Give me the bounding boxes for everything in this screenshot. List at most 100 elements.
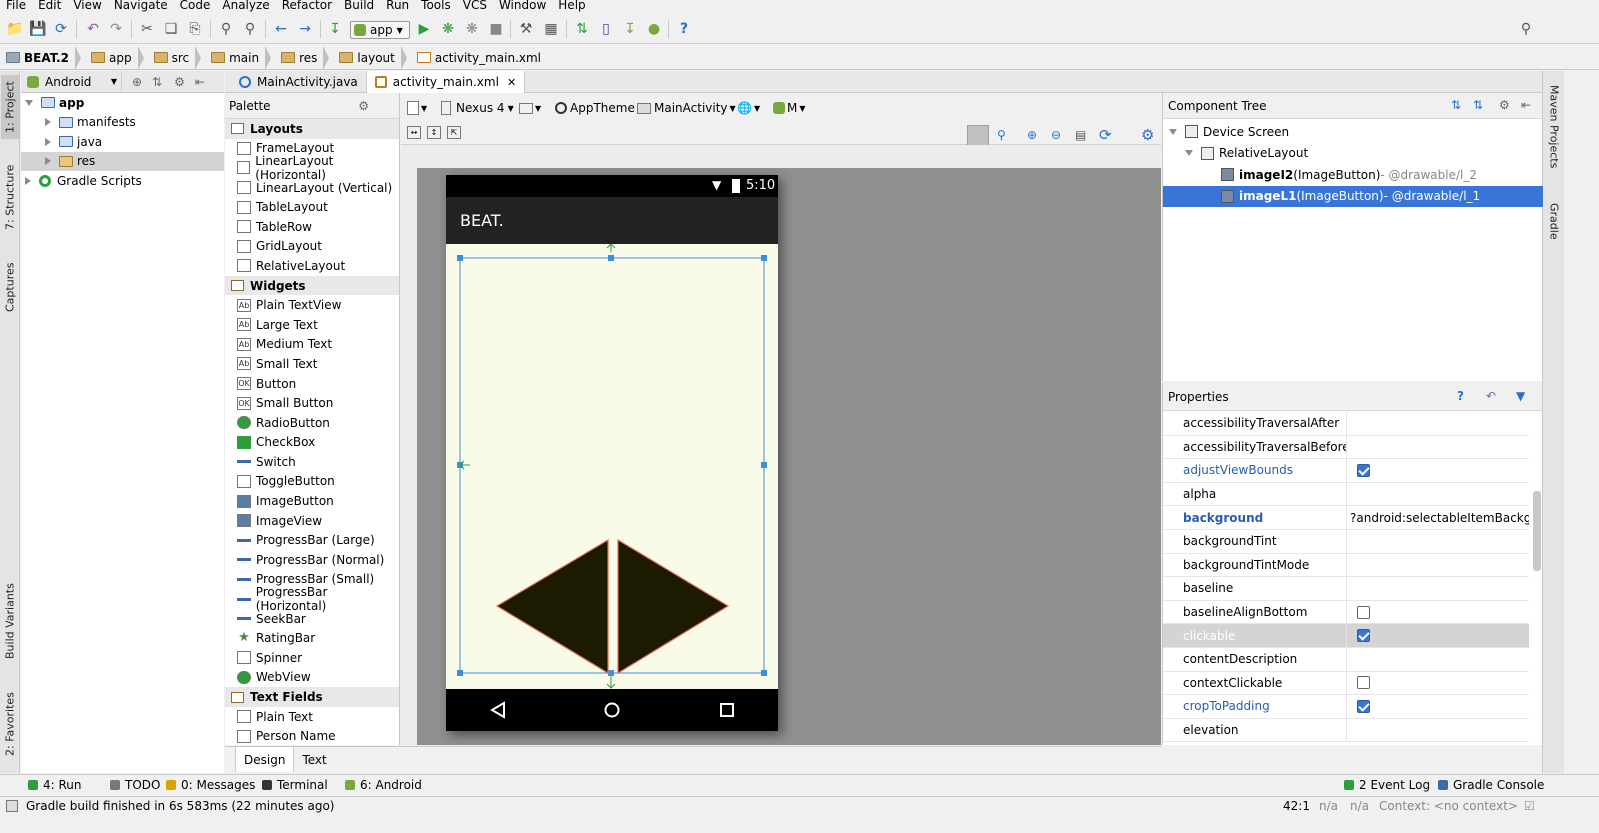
property-row[interactable]: baselineAlignBottom (1163, 600, 1529, 625)
palette-item[interactable]: LinearLayout (Horizontal) (225, 154, 399, 182)
collapse-all-icon[interactable]: ⇅ (1473, 98, 1483, 112)
zoom-in-icon[interactable]: ⊕ (1027, 128, 1037, 142)
palette-item[interactable]: RelativeLayout (225, 256, 399, 276)
property-row[interactable]: alpha (1163, 482, 1529, 507)
property-row[interactable]: accessibilityTraversalBefore (1163, 435, 1529, 460)
sdk-manager-icon[interactable]: ↧ (622, 21, 638, 37)
help-icon[interactable]: ? (676, 21, 692, 37)
menu-view[interactable]: View (67, 0, 107, 12)
menu-file[interactable]: File (0, 0, 32, 12)
tool-tab-structure[interactable]: 7: Structure (1, 157, 19, 237)
redo-icon[interactable]: ↷ (108, 21, 124, 37)
property-row[interactable]: backgroundTintMode (1163, 553, 1529, 578)
tool-window-button[interactable]: TODO (110, 778, 160, 792)
menu-help[interactable]: Help (552, 0, 591, 12)
actual-size-icon[interactable]: ▤ (1075, 128, 1086, 142)
menu-navigate[interactable]: Navigate (108, 0, 174, 12)
chevron-right-icon[interactable] (45, 157, 51, 165)
tool-window-button[interactable]: Terminal (262, 778, 328, 792)
debug-icon[interactable]: ❋ (440, 21, 456, 37)
property-checkbox[interactable] (1357, 629, 1370, 643)
menu-vcs[interactable]: VCS (457, 0, 493, 12)
breadcrumb-item[interactable]: src (148, 45, 206, 70)
caret-position[interactable]: 42:1 (1283, 799, 1310, 813)
property-value[interactable] (1347, 695, 1529, 718)
property-checkbox[interactable] (1357, 676, 1370, 690)
component-tree-item[interactable]: imageL1 (ImageButton) - @drawable/l_1 (1163, 185, 1543, 207)
menu-code[interactable]: Code (174, 0, 217, 12)
chevron-right-icon[interactable] (25, 176, 31, 185)
expand-vertical-icon[interactable]: ↕ (427, 126, 441, 139)
chevron-down-icon[interactable] (1185, 150, 1193, 156)
breadcrumb-item[interactable]: main (205, 45, 275, 70)
tool-window-button[interactable]: 0: Messages (166, 778, 255, 792)
palette-item[interactable]: TableLayout (225, 197, 399, 217)
project-tree-item[interactable]: app (21, 93, 224, 112)
find-icon[interactable]: ⚲ (218, 21, 234, 37)
palette-item[interactable]: ImageButton (225, 491, 399, 511)
project-tree-item[interactable]: res (21, 151, 224, 171)
layout-file-select[interactable]: ▼ (407, 99, 427, 117)
tool-tab-favorites[interactable]: 2: Favorites (1, 683, 19, 765)
palette-item[interactable]: RadioButton (225, 413, 399, 433)
settings-icon[interactable]: ▦ (543, 21, 559, 37)
palette-group[interactable]: Text Fields (225, 687, 399, 707)
property-row[interactable]: adjustViewBounds (1163, 459, 1529, 483)
collapse-all-icon[interactable]: ⇅ (152, 75, 162, 89)
palette-item[interactable]: OK Button (225, 374, 399, 394)
sync-icon[interactable]: ⟳ (53, 21, 69, 37)
breadcrumb-item[interactable]: BEAT.2 (0, 45, 85, 70)
chevron-down-icon[interactable] (25, 99, 33, 106)
property-row[interactable]: contextClickable (1163, 671, 1529, 696)
gear-icon[interactable]: ⚙ (358, 99, 369, 113)
tab-text[interactable]: Text (294, 747, 334, 772)
palette-item[interactable]: WebView (225, 668, 399, 688)
reset-icon[interactable]: ↶ (1486, 389, 1496, 403)
property-checkbox[interactable] (1357, 605, 1370, 619)
replace-icon[interactable]: ⚲ (242, 21, 258, 37)
size-options-icon[interactable]: ⇱ (447, 126, 461, 139)
tool-tab-maven[interactable]: Maven Projects (1545, 77, 1563, 177)
palette-item[interactable]: ProgressBar (Horizontal) (225, 585, 399, 613)
palette-item[interactable]: Plain Text (225, 707, 399, 727)
property-row[interactable]: clickable (1163, 624, 1529, 648)
property-row[interactable]: background?android:selectableItemBackgro… (1163, 506, 1529, 530)
property-row[interactable]: contentDescription (1163, 648, 1529, 672)
palette-item[interactable]: GridLayout (225, 237, 399, 257)
toggle-tool-windows-icon[interactable] (6, 800, 18, 812)
menu-edit[interactable]: Edit (32, 0, 67, 12)
scroll-from-source-icon[interactable]: ⊕ (132, 75, 142, 89)
refresh-icon[interactable]: ⟳ (1099, 126, 1112, 144)
run-config-select[interactable]: app ▼ (350, 21, 410, 39)
palette-item[interactable]: TableRow (225, 217, 399, 237)
android-monitor-icon[interactable]: ● (646, 21, 662, 37)
breadcrumb-item[interactable]: res (275, 45, 333, 70)
run-icon[interactable]: ▶ (416, 21, 432, 37)
project-tree-item[interactable]: Gradle Scripts (21, 171, 224, 190)
property-row[interactable]: cropToPadding (1163, 695, 1529, 719)
breadcrumb-item[interactable]: app (85, 45, 148, 70)
make-project-icon[interactable]: ↧ (327, 21, 343, 37)
activity-select[interactable]: MainActivity ▼ (637, 99, 736, 117)
property-row[interactable]: accessibilityTraversalAfter (1163, 412, 1529, 436)
property-value[interactable] (1347, 554, 1529, 577)
toggle-blueprint-icon[interactable] (967, 125, 989, 147)
stop-icon[interactable]: ■ (488, 21, 504, 37)
editor-tab[interactable]: MainActivity.java (231, 71, 367, 93)
cut-icon[interactable]: ✂ (139, 21, 155, 37)
property-value[interactable] (1347, 459, 1529, 482)
theme-select[interactable]: AppTheme (555, 99, 635, 117)
component-tree-item[interactable]: Device Screen (1163, 121, 1543, 142)
editor-tab[interactable]: activity_main.xml ✕ (366, 71, 526, 93)
menu-build[interactable]: Build (338, 0, 380, 12)
relative-layout-preview[interactable] (446, 244, 778, 689)
locale-select[interactable]: 🌐 ▼ (737, 99, 760, 117)
gear-icon[interactable]: ⚙ (1141, 126, 1154, 144)
expand-horizontal-icon[interactable]: ↔ (407, 126, 421, 139)
property-value[interactable] (1347, 436, 1529, 459)
property-value[interactable] (1347, 648, 1529, 671)
gear-icon[interactable]: ⚙ (1499, 98, 1510, 112)
tool-tab-project[interactable]: 1: Project (1, 75, 19, 139)
device-select[interactable]: Nexus 4 ▼ (441, 99, 514, 117)
palette-item[interactable]: Ab Plain TextView (225, 295, 399, 315)
